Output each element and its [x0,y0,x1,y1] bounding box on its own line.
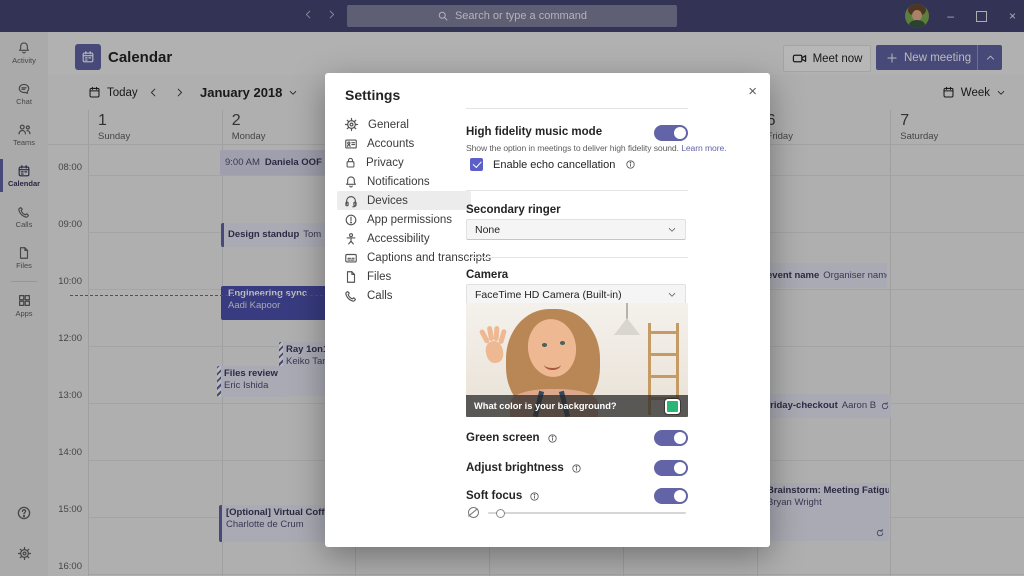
info-icon[interactable] [547,433,558,444]
camera-label: Camera [466,269,508,281]
toggle-adjust-brightness[interactable] [654,460,688,476]
headset-icon [344,194,358,208]
camera-select[interactable]: FaceTime HD Camera (Built-in) [466,284,686,305]
gear-icon [344,117,359,132]
settings-nav-calls[interactable]: Calls [337,286,471,305]
toggle-label: Adjust brightness [466,462,564,474]
file-icon [344,270,358,284]
chevron-down-icon [667,225,677,235]
app-permissions-icon [344,213,358,227]
settings-nav: General Accounts Privacy Notifications Devic… [337,115,471,305]
close-icon[interactable]: × [748,83,757,100]
settings-nav-label: Calls [367,290,393,302]
teams-app: Search or type a command – × ActivityCha… [0,0,1024,576]
secondary-ringer-label: Secondary ringer [466,204,561,216]
preview-caption-bar: What color is your background? [466,395,688,417]
settings-nav-files[interactable]: Files [337,267,471,286]
accessibility-icon [344,232,358,246]
preview-caption: What color is your background? [474,401,617,411]
toggle-row-green-screen: Green screen [466,429,688,447]
toggle-green-screen[interactable] [654,430,688,446]
secondary-ringer-select[interactable]: None [466,219,686,240]
settings-nav-privacy[interactable]: Privacy [337,153,471,172]
captions-icon [344,251,358,265]
settings-nav-label: General [368,119,409,131]
id-card-icon [344,137,358,151]
chevron-down-icon [667,290,677,300]
settings-nav-label: Accounts [367,138,414,150]
slider-thumb[interactable] [496,509,505,518]
toggle-label: Green screen [466,432,540,444]
echo-label: Enable echo cancellation [493,159,615,171]
toggle-soft-focus[interactable] [654,488,688,504]
settings-nav-label: App permissions [367,214,452,226]
settings-nav-label: Accessibility [367,233,430,245]
info-icon[interactable] [571,463,582,474]
settings-nav-accessibility[interactable]: Accessibility [337,229,471,248]
settings-dialog: Settings × General Accounts Privacy Notific… [325,73,770,547]
toggle-label: Soft focus [466,490,522,502]
settings-nav-label: Devices [367,195,408,207]
hifi-label: High fidelity music mode [466,126,602,138]
settings-nav-notifications[interactable]: Notifications [337,172,471,191]
camera-preview: What color is your background? [466,303,688,417]
hifi-description: Show the option in meetings to deliver h… [466,143,726,153]
phone-icon [344,289,358,303]
settings-nav-label: Files [367,271,391,283]
lamp-art [626,303,628,319]
settings-nav-general[interactable]: General [337,115,471,134]
settings-nav-devices[interactable]: Devices [337,191,471,210]
toggle-row-soft-focus: Soft focus [466,487,688,505]
settings-title: Settings [345,87,400,103]
learn-more-link[interactable]: Learn more. [681,143,726,153]
info-icon[interactable] [529,491,540,502]
info-icon[interactable] [625,159,636,170]
settings-nav-label: Privacy [366,157,404,169]
bell-icon [344,175,358,189]
settings-nav-app-permissions[interactable]: App permissions [337,210,471,229]
toggle-row-adjust-brightness: Adjust brightness [466,459,688,477]
soft-focus-slider [466,506,688,520]
soft-focus-amount-icon [468,507,479,518]
settings-nav-captions-and-transcripts[interactable]: Captions and transcripts [337,248,471,267]
slider-track[interactable] [488,512,686,514]
settings-nav-label: Notifications [367,176,430,188]
settings-nav-accounts[interactable]: Accounts [337,134,471,153]
settings-devices-panel: High fidelity music mode Show the option… [466,73,688,547]
hifi-toggle[interactable] [654,125,688,141]
background-color-swatch [665,399,680,414]
echo-cancellation-checkbox[interactable] [470,158,483,171]
lock-icon [344,156,357,169]
